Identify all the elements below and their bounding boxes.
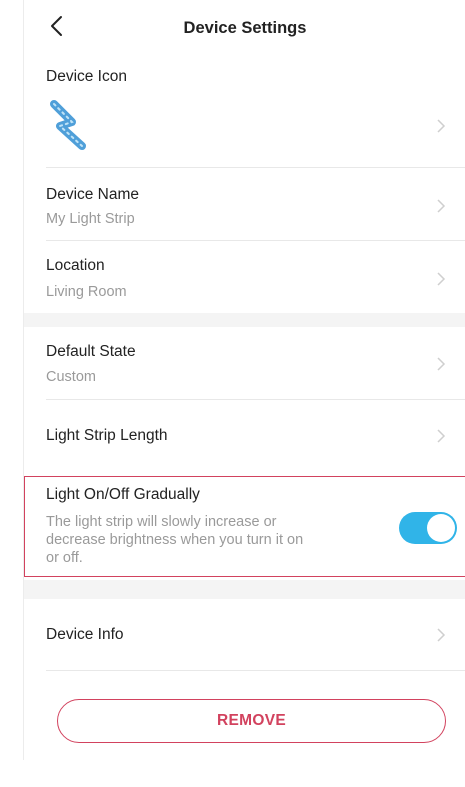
device-name-row[interactable]: Device Name My Light Strip (24, 168, 465, 240)
gradual-label: Light On/Off Gradually (46, 486, 200, 503)
chevron-right-icon (437, 628, 446, 642)
default-state-label: Default State (46, 343, 136, 360)
location-row[interactable]: Location Living Room (24, 241, 465, 313)
gradual-description-line: decrease brightness when you turn it on (46, 532, 304, 548)
gradual-description-line: The light strip will slowly increase or (46, 514, 277, 530)
strip-length-row[interactable]: Light Strip Length (24, 400, 465, 472)
device-name-label: Device Name (46, 186, 140, 203)
chevron-right-icon (437, 119, 446, 133)
remove-button[interactable]: REMOVE (57, 699, 446, 743)
strip-length-label: Light Strip Length (46, 427, 168, 444)
location-label: Location (46, 257, 105, 274)
divider (46, 670, 465, 671)
device-settings-screen: Device Settings Device Icon Device Name … (23, 0, 465, 760)
section-gap (24, 313, 465, 327)
toggle-knob (427, 514, 455, 542)
header: Device Settings (24, 0, 465, 58)
chevron-right-icon (437, 429, 446, 443)
light-strip-icon (50, 100, 86, 150)
device-info-label: Device Info (46, 626, 124, 643)
device-info-row[interactable]: Device Info (24, 599, 465, 671)
gradual-toggle[interactable] (399, 512, 457, 544)
default-state-row[interactable]: Default State Custom (24, 327, 465, 399)
gradual-description-line: or off. (46, 550, 83, 566)
chevron-right-icon (437, 357, 446, 371)
section-gap (24, 580, 465, 599)
chevron-right-icon (437, 272, 446, 286)
device-name-value: My Light Strip (46, 211, 135, 227)
location-value: Living Room (46, 284, 127, 300)
gradual-description: The light strip will slowly increase or … (46, 513, 376, 567)
default-state-value: Custom (46, 369, 96, 385)
page-title: Device Settings (183, 19, 307, 37)
device-icon-label: Device Icon (46, 68, 127, 85)
chevron-right-icon (437, 199, 446, 213)
